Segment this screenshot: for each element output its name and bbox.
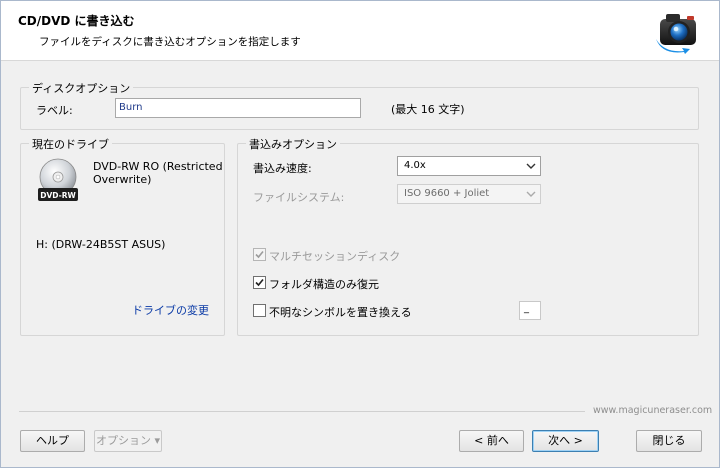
page-title: CD/DVD に書き込む — [18, 14, 135, 28]
next-button[interactable]: 次へ > — [532, 430, 599, 452]
page-subtitle: ファイルをディスクに書き込むオプションを指定します — [39, 36, 301, 48]
back-button[interactable]: < 前へ — [459, 430, 524, 452]
close-button[interactable]: 閉じる — [636, 430, 702, 452]
dvd-disc-icon: DVD-RW — [38, 158, 78, 201]
write-speed-label: 書込み速度: — [253, 162, 312, 175]
folder-structure-label: フォルダ構造のみ復元 — [269, 278, 379, 291]
write-speed-select[interactable]: 4.0x — [397, 156, 541, 176]
checkmark-icon — [255, 250, 264, 259]
help-button[interactable]: ヘルプ — [20, 430, 85, 452]
file-system-label: ファイルシステム: — [253, 191, 345, 204]
file-system-select[interactable]: ISO 9660 + Joliet — [397, 184, 541, 204]
replace-symbols-label: 不明なシンボルを置き換える — [269, 306, 412, 319]
current-drive-group: 現在のドライブ DVD-RW DVD-RW RO (Restricted Ove… — [20, 136, 225, 336]
file-system-value: ISO 9660 + Joliet — [404, 188, 490, 199]
label-caption: ラベル: — [36, 104, 73, 117]
disc-label-input[interactable]: Burn — [115, 98, 361, 118]
write-options-legend: 書込みオプション — [246, 136, 340, 152]
chevron-down-icon — [526, 191, 536, 197]
checkmark-icon — [255, 278, 264, 287]
drive-name: H: (DRW-24B5ST ASUS) — [36, 238, 166, 251]
multisession-label: マルチセッションディスク — [269, 250, 401, 263]
current-drive-legend: 現在のドライブ — [29, 136, 112, 152]
replace-symbols-checkbox[interactable] — [253, 304, 266, 317]
write-speed-value: 4.0x — [404, 160, 426, 171]
camera-logo-icon — [656, 14, 696, 54]
footer-divider — [19, 411, 585, 412]
write-options-group: 書込みオプション 書込み速度: 4.0x ファイルシステム: ISO 9660 … — [237, 136, 699, 336]
website-label: www.magicuneraser.com — [593, 405, 713, 416]
disc-options-group: ディスクオプション ラベル: Burn (最大 16 文字) — [20, 80, 699, 130]
options-button[interactable]: オプション ▾ — [94, 430, 162, 452]
change-drive-link[interactable]: ドライブの変更 — [132, 302, 209, 318]
replace-char-input[interactable]: _ — [519, 301, 541, 320]
drive-type: DVD-RW RO (Restricted Overwrite) — [93, 160, 223, 186]
wizard-header: CD/DVD に書き込む ファイルをディスクに書き込むオプションを指定します — [1, 1, 719, 61]
multisession-checkbox[interactable] — [253, 248, 266, 261]
folder-structure-checkbox[interactable] — [253, 276, 266, 289]
max-length-hint: (最大 16 文字) — [391, 103, 465, 116]
dvd-badge-text: DVD-RW — [40, 191, 76, 200]
chevron-down-icon — [526, 163, 536, 169]
burn-dialog: CD/DVD に書き込む ファイルをディスクに書き込むオプションを指定します デ… — [0, 0, 720, 468]
disc-options-legend: ディスクオプション — [29, 80, 134, 96]
